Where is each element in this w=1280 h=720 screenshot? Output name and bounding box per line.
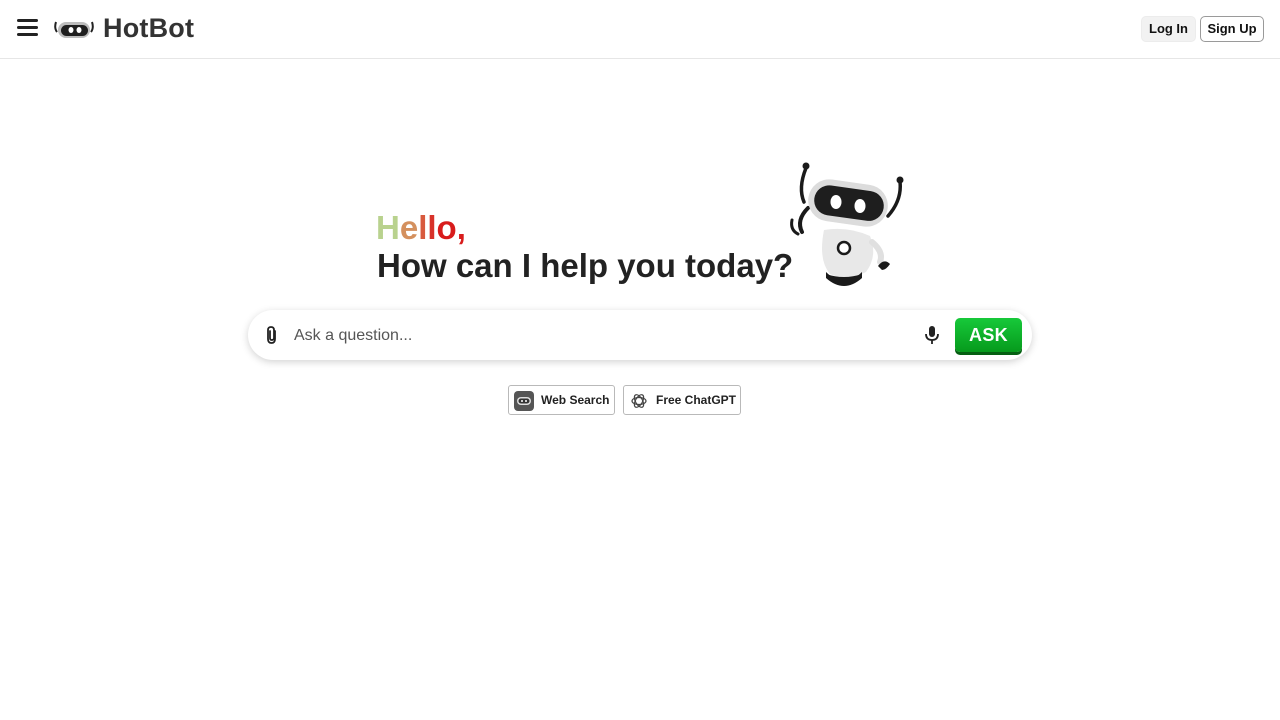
free-chatgpt-label: Free ChatGPT	[656, 393, 737, 407]
web-search-label: Web Search	[541, 393, 610, 407]
microphone-icon[interactable]	[922, 324, 942, 351]
hamburger-menu-icon[interactable]	[17, 19, 39, 39]
hello-letter: e	[399, 209, 419, 246]
free-chatgpt-chip[interactable]: Free ChatGPT	[623, 385, 741, 415]
ask-button[interactable]: ASK	[955, 318, 1022, 352]
hotbot-robot-icon	[514, 391, 534, 421]
search-input[interactable]	[292, 323, 896, 349]
hello-letter: H	[376, 209, 400, 246]
paperclip-attach-icon[interactable]	[262, 325, 282, 350]
hotbot-logo-icon[interactable]	[53, 16, 95, 47]
web-search-chip[interactable]: Web Search	[508, 385, 615, 415]
login-button[interactable]: Log In	[1141, 16, 1196, 42]
greeting-subtitle: How can I help you today?	[377, 247, 794, 284]
brand-name[interactable]: HotBot	[103, 13, 194, 44]
hello-heading: Hello,	[376, 208, 466, 248]
search-bar: ASK	[248, 310, 1032, 360]
openai-logo-icon	[629, 391, 649, 421]
hello-letter: o	[436, 209, 457, 246]
hello-letter: l	[418, 209, 428, 246]
signup-button[interactable]: Sign Up	[1200, 16, 1264, 42]
robot-mascot-icon	[788, 160, 910, 293]
hello-letter: ,	[456, 209, 466, 246]
hello-letter: l	[427, 209, 437, 246]
top-header: HotBot Log In Sign Up	[0, 0, 1280, 59]
